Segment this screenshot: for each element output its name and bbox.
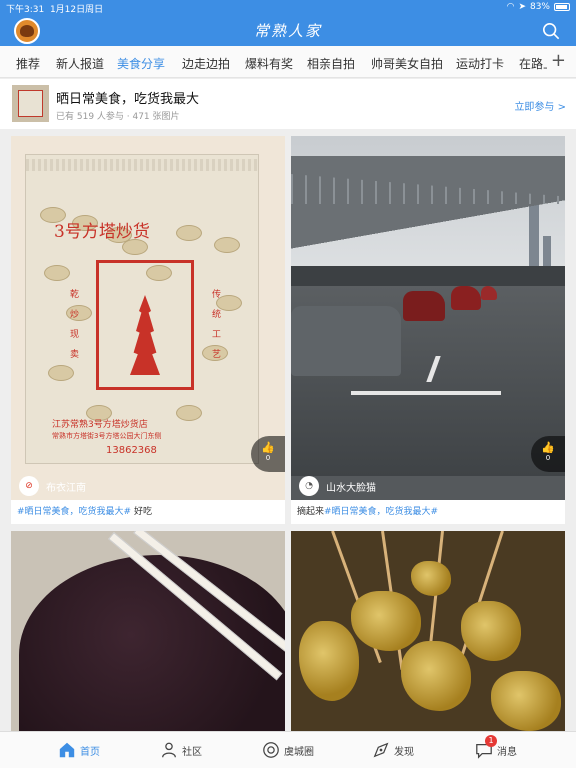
topic-title: 晒日常美食，吃货我最大 <box>56 92 200 107</box>
battery-icon <box>554 3 570 11</box>
topic-tag[interactable]: #晒日常美食，吃货我最大# <box>17 507 131 517</box>
thumbs-up-icon: 👍 <box>261 441 275 454</box>
discover-icon <box>373 742 389 758</box>
status-right: ◠ ➤ 83% <box>507 2 570 12</box>
post-photo[interactable]: ◔ 山水大脸猫 👍 0 <box>291 136 565 500</box>
circle-icon <box>263 742 279 758</box>
message-badge: 1 <box>485 735 497 747</box>
author-name: 山水大脸猫 <box>326 482 376 494</box>
tab-dating-selfie[interactable]: 相亲自拍 <box>307 55 355 72</box>
app-title: 常熟人家 <box>253 22 322 40</box>
like-button[interactable]: 👍 0 <box>531 436 565 472</box>
post-photo[interactable] <box>291 531 565 731</box>
tab-sport[interactable]: 运动打卡 <box>456 55 504 72</box>
top-bar: 下午3:31 1月12日周日 ◠ ➤ 83% 常熟人家 <box>0 0 576 46</box>
thumbs-up-icon: 👍 <box>541 441 555 454</box>
community-icon <box>162 742 176 758</box>
post-card[interactable]: 3号方塔炒货 乾炒现卖 传统工艺 江苏常熟3号方塔炒货店 常熟市方塔街3号方塔公… <box>11 136 285 524</box>
topic-thumbnail <box>12 85 49 122</box>
post-caption: 摘起来#晒日常美食，吃货我最大# <box>297 507 439 517</box>
post-author[interactable]: ◔ 山水大脸猫 <box>299 476 376 496</box>
post-photo[interactable] <box>11 531 285 731</box>
add-tab-icon[interactable]: + <box>546 50 566 71</box>
bottom-navigation: 首页 社区 虞城圈 发现 1 消息 <box>0 731 576 768</box>
tab-selfie[interactable]: 帅哥美女自拍 <box>371 55 443 72</box>
package-brand: 3号方塔炒货 <box>54 222 150 242</box>
category-tabs: 推荐 新人报道 美食分享 边走边拍 爆料有奖 相亲自拍 帅哥美女自拍 运动打卡 … <box>0 46 576 78</box>
topic-meta: 已有 519 人参与 · 471 张图片 <box>56 112 180 122</box>
topic-tag[interactable]: #晒日常美食，吃货我最大# <box>324 507 438 517</box>
author-avatar: ◔ <box>299 476 319 496</box>
nav-home[interactable]: 首页 <box>58 741 100 759</box>
nav-messages[interactable]: 1 消息 <box>475 735 517 759</box>
post-author[interactable]: ⊘ 布衣江南 <box>19 476 86 496</box>
post-card[interactable] <box>11 531 285 731</box>
like-button[interactable]: 👍 0 <box>251 436 285 472</box>
location-icon: ➤ <box>518 2 526 12</box>
battery-percent: 83% <box>529 2 550 12</box>
package-image: 3号方塔炒货 乾炒现卖 传统工艺 江苏常熟3号方塔炒货店 常熟市方塔街3号方塔公… <box>25 154 259 464</box>
tab-tips[interactable]: 爆料有奖 <box>245 55 293 72</box>
join-button[interactable]: 立即参与 > <box>514 98 566 113</box>
like-count: 0 <box>545 454 551 462</box>
post-card[interactable]: ◔ 山水大脸猫 👍 0 摘起来#晒日常美食，吃货我最大# <box>291 136 565 524</box>
tab-newcomer[interactable]: 新人报道 <box>56 55 104 72</box>
search-icon[interactable] <box>542 22 560 40</box>
author-avatar: ⊘ <box>19 476 39 496</box>
author-name: 布衣江南 <box>46 482 86 494</box>
wifi-icon: ◠ <box>506 2 515 12</box>
tab-recommend[interactable]: 推荐 <box>16 55 40 72</box>
nav-community[interactable]: 社区 <box>160 741 202 759</box>
post-photo[interactable]: 3号方塔炒货 乾炒现卖 传统工艺 江苏常熟3号方塔炒货店 常熟市方塔街3号方塔公… <box>11 136 285 500</box>
nav-yucheng-circle[interactable]: 虞城圈 <box>262 741 314 759</box>
tab-walk-shoot[interactable]: 边走边拍 <box>182 55 230 72</box>
status-bar: 下午3:31 1月12日周日 ◠ ➤ 83% <box>0 0 576 15</box>
post-card[interactable] <box>291 531 565 731</box>
tab-food-share[interactable]: 美食分享 <box>117 55 165 72</box>
like-count: 0 <box>265 454 271 462</box>
nav-discover[interactable]: 发现 <box>372 741 414 759</box>
home-icon <box>59 742 75 758</box>
topic-header: 晒日常美食，吃货我最大 已有 519 人参与 · 471 张图片 立即参与 > <box>0 79 576 129</box>
post-caption: #晒日常美食，吃货我最大# 好吃 <box>17 507 152 517</box>
status-time: 下午3:31 1月12日周日 <box>6 5 104 15</box>
